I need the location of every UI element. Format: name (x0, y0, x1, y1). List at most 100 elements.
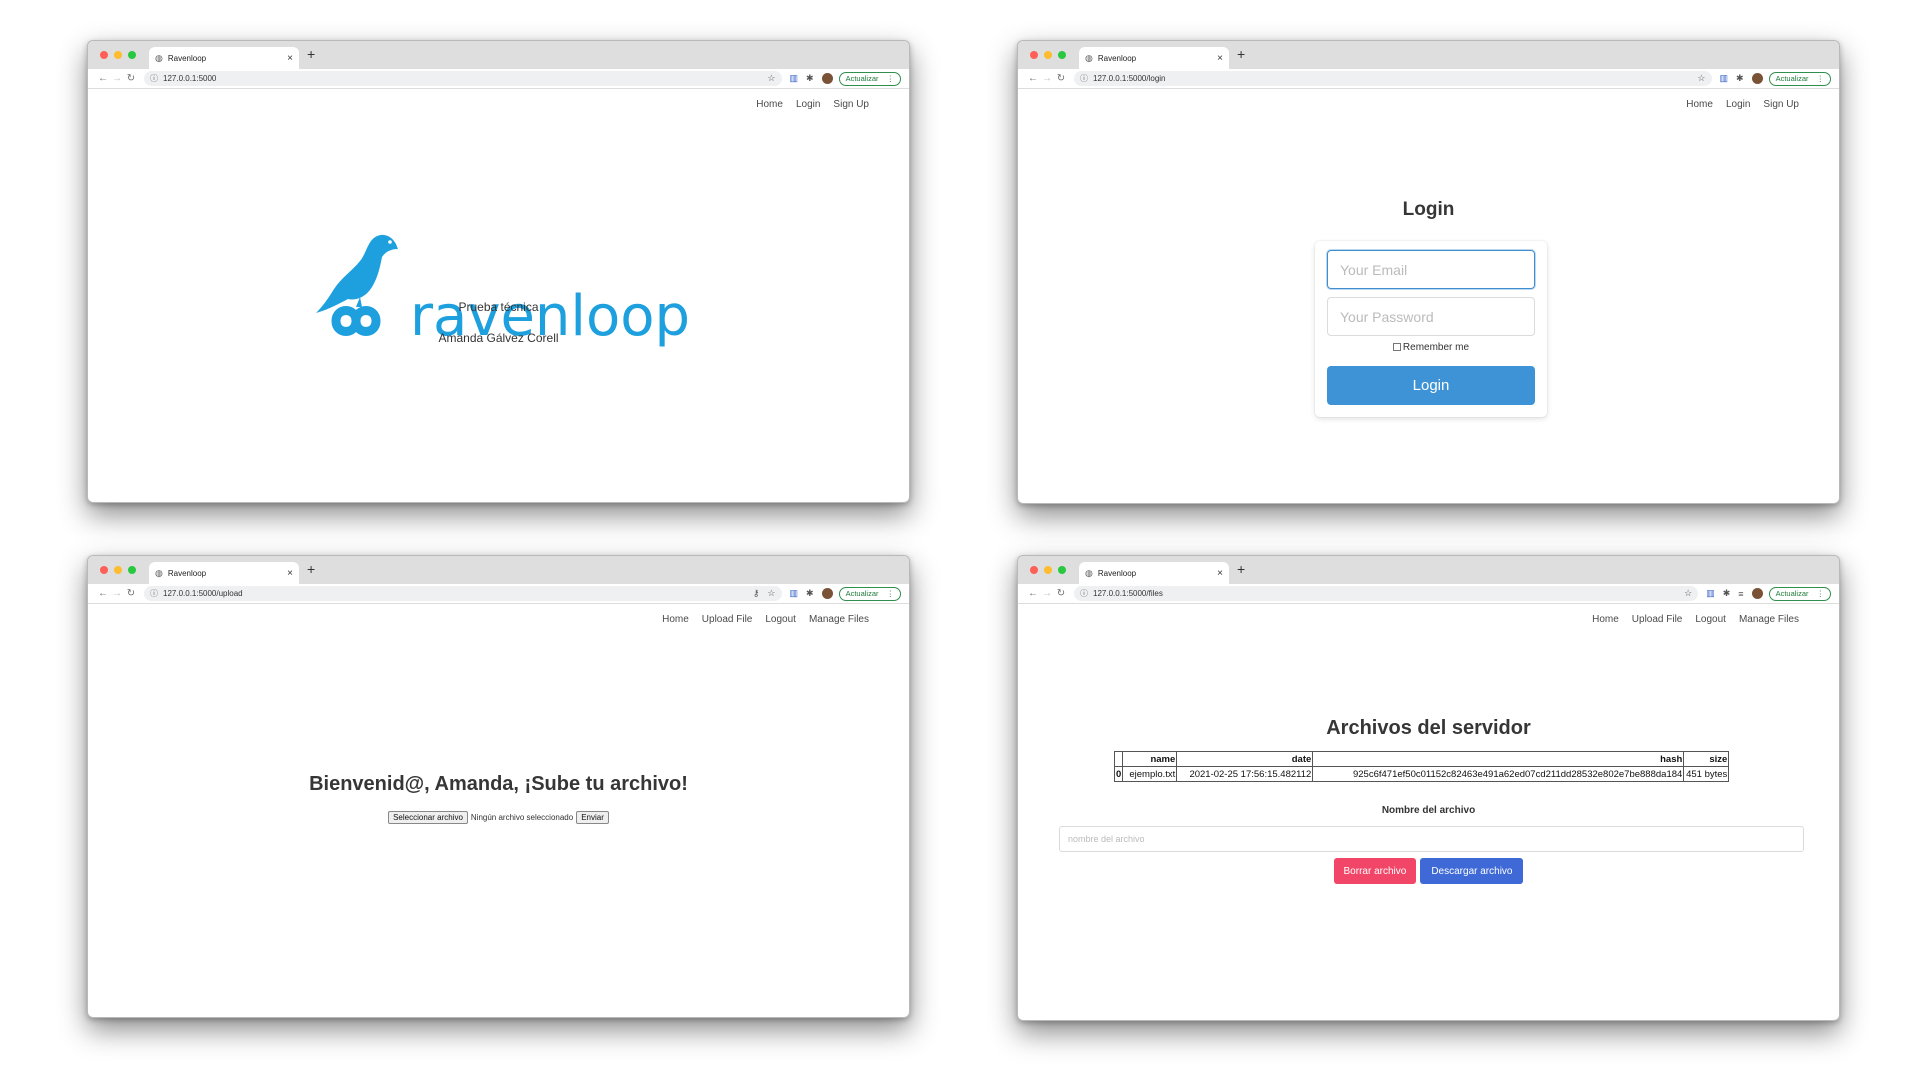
minimize-window-button[interactable] (114, 51, 122, 59)
login-button[interactable]: Login (1327, 366, 1535, 405)
bookmark-star-icon[interactable]: ☆ (767, 588, 775, 599)
back-icon[interactable]: ← (96, 588, 110, 599)
nav-login[interactable]: Login (1726, 99, 1750, 110)
reload-icon[interactable]: ↻ (1054, 588, 1068, 599)
bookmark-star-icon[interactable]: ☆ (767, 73, 775, 84)
profile-avatar[interactable] (1751, 73, 1763, 84)
profile-avatar[interactable] (1751, 588, 1763, 599)
extension-icon[interactable]: ▥ (1706, 588, 1715, 599)
nav-upload-file[interactable]: Upload File (1632, 614, 1683, 625)
forward-icon[interactable]: → (110, 73, 124, 84)
top-nav: Home Upload File Logout Manage Files (1592, 614, 1799, 625)
nav-home[interactable]: Home (1592, 614, 1619, 625)
forward-icon[interactable]: → (1040, 588, 1054, 599)
info-icon[interactable]: ⓘ (1080, 73, 1088, 84)
update-label: Actualizar (1775, 589, 1809, 598)
close-window-button[interactable] (1030, 566, 1038, 574)
back-icon[interactable]: ← (96, 73, 110, 84)
browser-tab[interactable]: ◍ Ravenloop × (149, 47, 299, 69)
new-tab-icon[interactable]: + (1237, 562, 1245, 576)
reading-list-icon[interactable]: ≡ (1738, 589, 1743, 599)
new-tab-icon[interactable]: + (307, 47, 315, 61)
bookmark-star-icon[interactable]: ☆ (1684, 588, 1692, 599)
extension-icon[interactable]: ▥ (790, 73, 799, 84)
choose-file-button[interactable]: Seleccionar archivo (388, 811, 468, 824)
extension-icon[interactable]: ▥ (790, 588, 799, 599)
tab-bar: ◍ Ravenloop × + (88, 556, 909, 584)
update-button[interactable]: Actualizar ⋮ (1768, 71, 1831, 86)
maximize-window-button[interactable] (128, 566, 136, 574)
reload-icon[interactable]: ↻ (1054, 73, 1068, 84)
update-button[interactable]: Actualizar ⋮ (838, 586, 901, 601)
download-file-button[interactable]: Descargar archivo (1420, 858, 1524, 884)
url-field[interactable]: ⓘ 127.0.0.1:5000/upload ⚷ ☆ (144, 586, 782, 601)
update-button[interactable]: Actualizar ⋮ (1768, 586, 1831, 601)
close-window-button[interactable] (1030, 51, 1038, 59)
new-tab-icon[interactable]: + (1237, 47, 1245, 61)
browser-tab[interactable]: ◍ Ravenloop × (149, 562, 299, 584)
menu-dots-icon: ⋮ (886, 589, 895, 598)
update-button[interactable]: Actualizar ⋮ (838, 71, 901, 86)
column-header-index (1113, 751, 1124, 767)
remember-me-label: Remember me (1402, 342, 1470, 353)
nav-manage-files[interactable]: Manage Files (809, 614, 869, 625)
email-field[interactable]: Your Email (1327, 250, 1535, 289)
minimize-window-button[interactable] (114, 566, 122, 574)
nav-home[interactable]: Home (756, 99, 783, 110)
minimize-window-button[interactable] (1044, 566, 1052, 574)
reload-icon[interactable]: ↻ (124, 73, 138, 84)
tab-bar: ◍ Ravenloop × + (88, 41, 909, 69)
nav-logout[interactable]: Logout (1695, 614, 1726, 625)
url-field[interactable]: ⓘ 127.0.0.1:5000/files ☆ (1074, 586, 1699, 601)
url-text: 127.0.0.1:5000/files (1093, 589, 1163, 598)
maximize-window-button[interactable] (1058, 566, 1066, 574)
maximize-window-button[interactable] (128, 51, 136, 59)
delete-file-button[interactable]: Borrar archivo (1333, 858, 1417, 884)
minimize-window-button[interactable] (1044, 51, 1052, 59)
profile-avatar[interactable] (821, 588, 833, 599)
filename-input[interactable]: nombre del archivo (1059, 826, 1804, 852)
info-icon[interactable]: ⓘ (150, 588, 158, 599)
browser-window-home: ◍ Ravenloop × + ← → ↻ ⓘ 127.0.0.1:5000 ☆… (87, 40, 910, 503)
reload-icon[interactable]: ↻ (124, 588, 138, 599)
password-field[interactable]: Your Password (1327, 297, 1535, 336)
new-tab-icon[interactable]: + (307, 562, 315, 576)
puzzle-icon[interactable]: ✱ (806, 73, 814, 84)
forward-icon[interactable]: → (110, 588, 124, 599)
url-field[interactable]: ⓘ 127.0.0.1:5000 ☆ (144, 71, 782, 86)
close-tab-icon[interactable]: × (287, 568, 293, 579)
puzzle-icon[interactable]: ✱ (1736, 73, 1744, 84)
close-window-button[interactable] (100, 51, 108, 59)
bookmark-star-icon[interactable]: ☆ (1697, 73, 1705, 84)
remember-me-checkbox[interactable] (1392, 343, 1401, 352)
profile-avatar[interactable] (821, 73, 833, 84)
puzzle-icon[interactable]: ✱ (806, 588, 814, 599)
globe-icon: ◍ (1085, 52, 1093, 63)
close-tab-icon[interactable]: × (287, 53, 293, 64)
nav-home[interactable]: Home (1686, 99, 1713, 110)
back-icon[interactable]: ← (1026, 588, 1040, 599)
nav-login[interactable]: Login (796, 99, 820, 110)
nav-upload-file[interactable]: Upload File (702, 614, 753, 625)
close-tab-icon[interactable]: × (1217, 53, 1223, 64)
nav-signup[interactable]: Sign Up (833, 99, 869, 110)
key-icon[interactable]: ⚷ (753, 588, 760, 599)
back-icon[interactable]: ← (1026, 73, 1040, 84)
url-field[interactable]: ⓘ 127.0.0.1:5000/login ☆ (1074, 71, 1712, 86)
nav-signup[interactable]: Sign Up (1763, 99, 1799, 110)
nav-home[interactable]: Home (662, 614, 689, 625)
maximize-window-button[interactable] (1058, 51, 1066, 59)
submit-button[interactable]: Enviar (576, 811, 609, 824)
browser-tab[interactable]: ◍ Ravenloop × (1079, 47, 1229, 69)
extension-icon[interactable]: ▥ (1720, 73, 1729, 84)
info-icon[interactable]: ⓘ (1080, 588, 1088, 599)
address-bar-row: ← → ↻ ⓘ 127.0.0.1:5000/login ☆ ▥ ✱ Actua… (1018, 69, 1839, 89)
close-tab-icon[interactable]: × (1217, 568, 1223, 579)
puzzle-icon[interactable]: ✱ (1723, 588, 1731, 599)
nav-manage-files[interactable]: Manage Files (1739, 614, 1799, 625)
nav-logout[interactable]: Logout (765, 614, 796, 625)
info-icon[interactable]: ⓘ (150, 73, 158, 84)
close-window-button[interactable] (100, 566, 108, 574)
forward-icon[interactable]: → (1040, 73, 1054, 84)
browser-tab[interactable]: ◍ Ravenloop × (1079, 562, 1229, 584)
